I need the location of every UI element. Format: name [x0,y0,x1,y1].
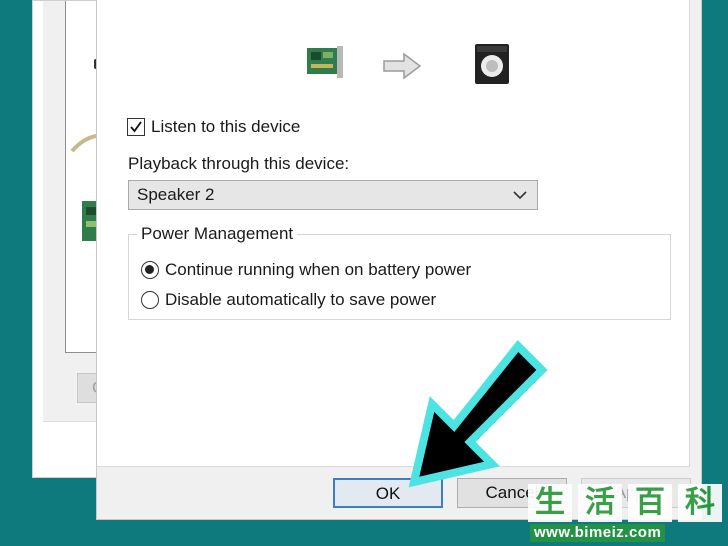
radio-selected[interactable] [141,261,159,279]
playback-device-value: Speaker 2 [137,185,215,204]
sound-card-icon [307,46,343,78]
watermark-char: 活 [578,484,622,522]
watermark: 生 活 百 科 www.bimeiz.com [528,484,728,546]
power-option-disable[interactable]: Disable automatically to save power [141,290,436,310]
listen-checkbox[interactable] [127,118,145,136]
playback-label: Playback through this device: [128,154,350,173]
watermark-char: 科 [678,484,722,522]
checkmark-icon [130,121,142,133]
radio-unselected[interactable] [141,291,159,309]
watermark-logo: 生 活 百 科 [528,484,722,522]
power-management-group: Power Management Continue running when o… [128,224,671,320]
power-option-label: Disable automatically to save power [165,290,437,309]
power-management-title: Power Management [137,224,298,244]
pointer-arrow-icon [408,340,548,488]
playback-device-dropdown[interactable]: Speaker 2 [128,180,538,210]
arrow-right-icon [383,52,422,80]
power-option-label: Continue running when on battery power [165,260,472,279]
listen-tab-panel: Listen to this device Playback through t… [97,0,690,467]
listen-checkbox-row[interactable]: Listen to this device [127,116,300,138]
power-option-continue[interactable]: Continue running when on battery power [141,260,471,280]
chevron-down-icon [513,191,527,200]
watermark-url: www.bimeiz.com [530,524,666,542]
watermark-char: 生 [528,484,572,522]
watermark-char: 百 [628,484,672,522]
listen-checkbox-label: Listen to this device [151,117,301,136]
properties-dialog: Listen to this device Playback through t… [96,0,702,520]
speaker-icon [475,44,509,84]
